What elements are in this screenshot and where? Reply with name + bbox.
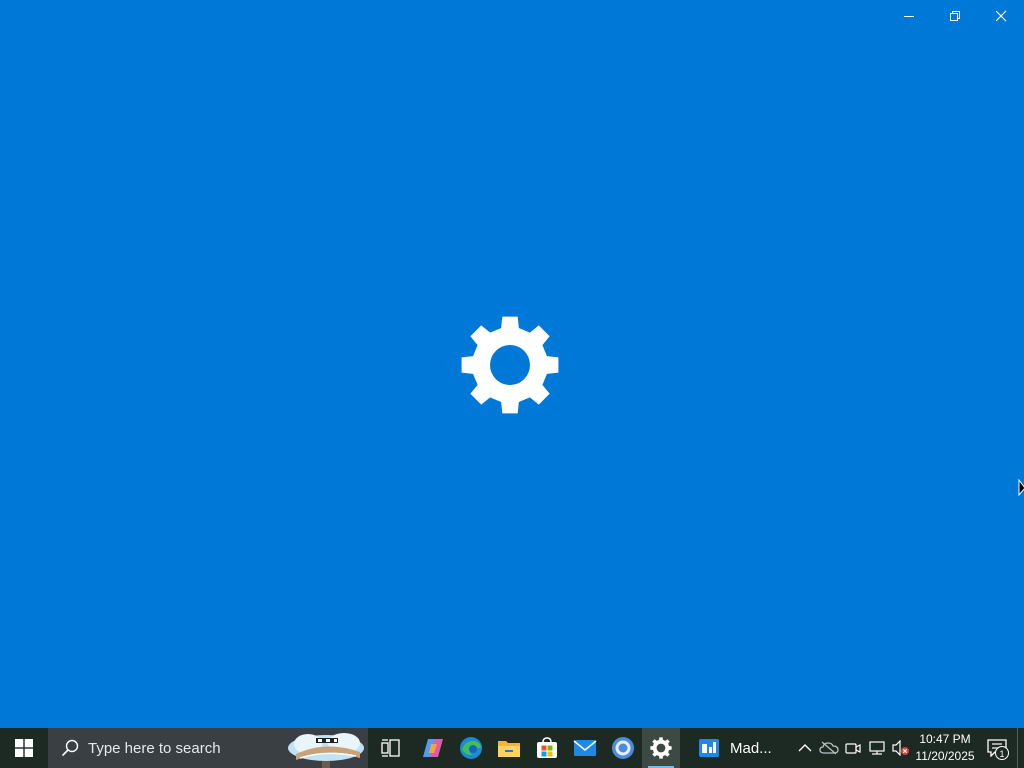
meet-now-icon <box>845 743 861 754</box>
folder-icon <box>498 741 520 757</box>
settings-taskbar-button[interactable] <box>642 728 680 768</box>
search-icon <box>60 738 80 758</box>
restore-button[interactable] <box>932 0 978 32</box>
onedrive-tray-button[interactable] <box>817 728 841 768</box>
minimize-icon <box>904 16 914 17</box>
settings-gear-icon <box>460 315 560 415</box>
settings-splash-screen: Type here to search Mad... 10:47 PM 11/2… <box>0 0 1024 768</box>
file-explorer-button[interactable] <box>490 728 528 768</box>
chevron-up-icon <box>798 744 812 752</box>
volume-muted-icon <box>892 740 909 756</box>
notification-count-badge: 1 <box>995 746 1009 760</box>
task-view-button[interactable] <box>368 728 414 768</box>
gear-icon <box>650 737 672 759</box>
action-center-button[interactable]: 1 <box>977 728 1017 768</box>
chrome-icon <box>612 737 634 759</box>
taskbar-clock[interactable]: 10:47 PM 11/20/2025 <box>913 728 977 768</box>
running-window-label: Mad... <box>730 739 772 757</box>
copilot-icon <box>423 739 443 757</box>
clock-date: 11/20/2025 <box>915 749 975 763</box>
edge-icon <box>460 737 482 759</box>
gear-hole <box>656 743 666 753</box>
onedrive-icon <box>819 741 839 755</box>
clock-time: 10:47 PM <box>919 732 971 746</box>
edge-button[interactable] <box>452 728 490 768</box>
running-window-button[interactable]: Mad... <box>680 728 780 768</box>
close-icon <box>995 10 1007 22</box>
task-view-icon <box>381 739 400 757</box>
mail-button[interactable] <box>566 728 604 768</box>
chrome-button[interactable] <box>604 728 642 768</box>
app-window-icon <box>699 739 719 757</box>
meet-now-tray-button[interactable] <box>841 728 865 768</box>
copilot-button[interactable] <box>414 728 452 768</box>
taskbar: Type here to search Mad... 10:47 PM 11/2… <box>0 728 1024 768</box>
network-tray-button[interactable] <box>865 728 889 768</box>
mail-icon <box>573 740 597 756</box>
restore-icon <box>950 11 960 21</box>
search-box[interactable]: Type here to search <box>48 728 368 768</box>
close-button[interactable] <box>978 0 1024 32</box>
gear-hole <box>490 345 530 385</box>
show-hidden-icons-button[interactable] <box>793 728 817 768</box>
start-button[interactable] <box>0 728 48 768</box>
mouse-cursor-icon <box>1018 478 1024 502</box>
minimize-button[interactable] <box>886 0 932 32</box>
search-highlight-image <box>286 728 368 768</box>
search-placeholder: Type here to search <box>88 739 221 757</box>
network-icon <box>869 741 885 755</box>
microsoft-store-button[interactable] <box>528 728 566 768</box>
windows-logo-icon <box>15 739 33 757</box>
volume-tray-button[interactable] <box>889 728 913 768</box>
show-desktop-button[interactable] <box>1017 728 1024 768</box>
window-caption-buttons <box>886 0 1024 32</box>
store-icon <box>537 737 557 758</box>
